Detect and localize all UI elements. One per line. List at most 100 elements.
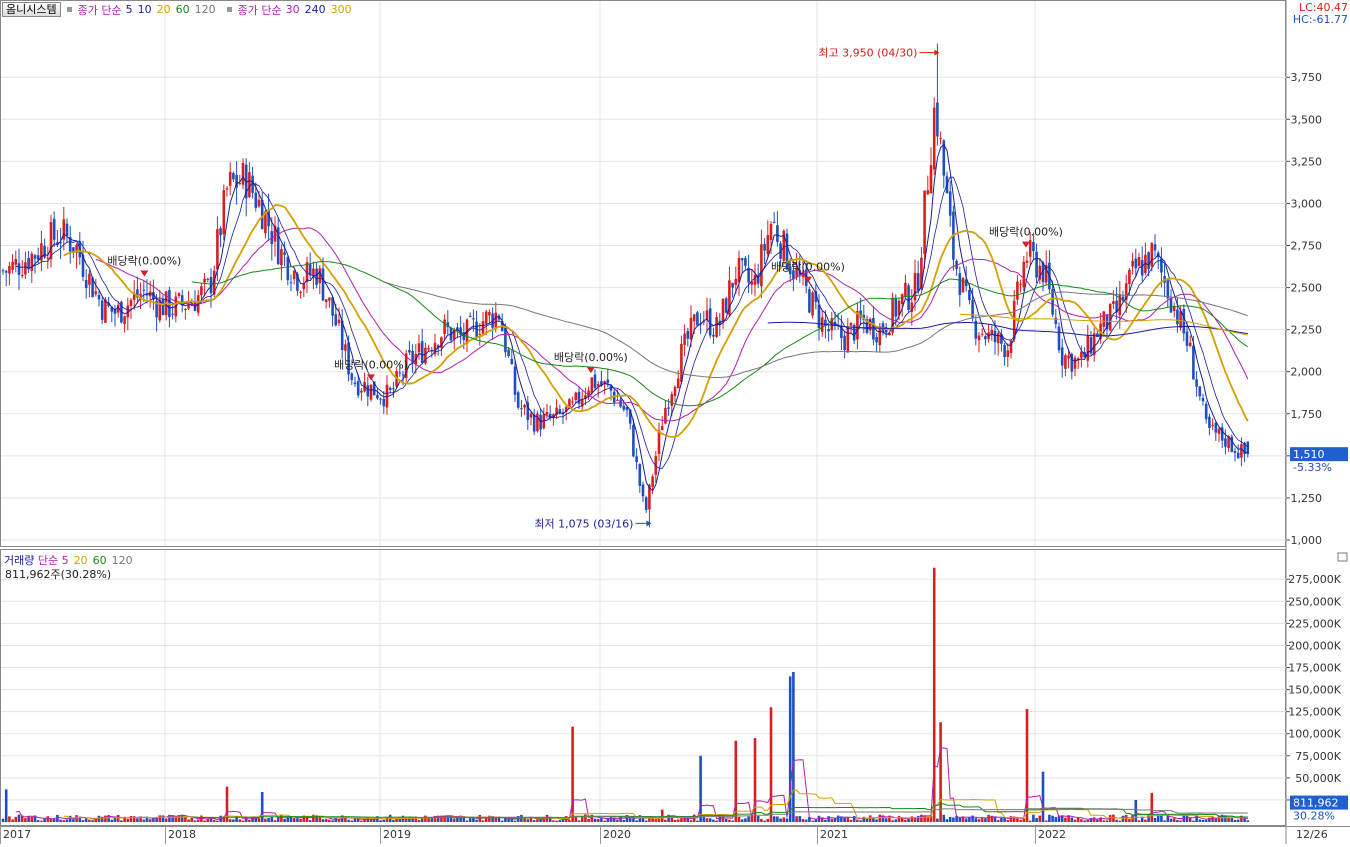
candle-body bbox=[123, 316, 126, 325]
volume-bar bbox=[920, 814, 923, 822]
candle-body bbox=[769, 223, 773, 240]
volume-bar bbox=[836, 815, 840, 822]
dividend-marker-label: 배당락(0.00%) bbox=[107, 254, 181, 267]
candle-body bbox=[577, 391, 581, 404]
price-tick-label: 3,750 bbox=[1291, 71, 1323, 84]
volume-bar bbox=[824, 819, 827, 822]
volume-bar bbox=[328, 819, 331, 822]
candle-body bbox=[712, 334, 715, 337]
candle-body bbox=[356, 381, 360, 396]
candle-body bbox=[715, 316, 718, 337]
candle-body bbox=[939, 138, 942, 140]
volume-bar bbox=[763, 820, 766, 822]
volume-bar bbox=[392, 819, 395, 822]
candle-body bbox=[353, 382, 357, 385]
dividend-marker-icon bbox=[1021, 241, 1030, 248]
legend-square-icon bbox=[226, 6, 232, 12]
volume-bar bbox=[273, 820, 277, 822]
current-volume-pct: 30.28% bbox=[1293, 810, 1335, 823]
candle-body bbox=[1169, 298, 1173, 313]
candle-body bbox=[753, 274, 757, 285]
volume-bar bbox=[88, 819, 91, 822]
year-label: 2020 bbox=[603, 828, 631, 841]
volume-bar bbox=[443, 815, 446, 822]
candle-body bbox=[545, 411, 549, 415]
candle-body bbox=[724, 298, 728, 313]
volume-bar bbox=[91, 820, 94, 822]
volume-bar bbox=[1070, 817, 1074, 822]
candle-body bbox=[996, 333, 1000, 344]
volume-bar bbox=[510, 819, 514, 822]
price-tick-label: 2,250 bbox=[1291, 324, 1323, 337]
candle-body bbox=[206, 278, 210, 280]
candle-body bbox=[504, 328, 507, 353]
volume-bar bbox=[465, 820, 469, 822]
volume-bar bbox=[36, 820, 40, 822]
candle-body bbox=[958, 273, 962, 295]
volume-bar bbox=[1016, 818, 1019, 822]
low-marker-label: 최저 1,075 (03/16) bbox=[534, 517, 633, 530]
volume-bar bbox=[238, 819, 242, 822]
volume-bar bbox=[248, 819, 251, 822]
candle-body bbox=[734, 278, 738, 285]
volume-bar bbox=[974, 818, 978, 822]
legend-square-icon bbox=[66, 6, 72, 12]
year-label: 2018 bbox=[168, 828, 196, 841]
candle-body bbox=[84, 279, 88, 289]
volume-bar bbox=[500, 820, 504, 822]
candle-body bbox=[846, 327, 850, 353]
candle-body bbox=[1240, 444, 1243, 458]
candle-body bbox=[427, 348, 430, 350]
volume-bar bbox=[1064, 817, 1067, 822]
volume-bar bbox=[561, 819, 565, 822]
volume-bar bbox=[654, 819, 658, 822]
volume-bar bbox=[164, 818, 168, 822]
volume-bar bbox=[555, 820, 558, 822]
price-tick-label: 1,250 bbox=[1291, 492, 1323, 505]
candle-body bbox=[993, 330, 997, 343]
volume-bar bbox=[952, 817, 955, 822]
year-label: 2021 bbox=[820, 828, 848, 841]
high-marker-label: 최고 3,950 (04/30) bbox=[818, 47, 917, 60]
candle-body bbox=[904, 282, 907, 298]
volume-bar bbox=[664, 819, 667, 822]
candle-body bbox=[1032, 241, 1035, 252]
volume-bar bbox=[587, 818, 590, 822]
volume-ma-60-line bbox=[191, 803, 1248, 819]
volume-bar bbox=[852, 816, 856, 822]
volume-bar bbox=[977, 819, 981, 822]
volume-bar bbox=[56, 814, 59, 822]
ma-period-240: 240 bbox=[304, 3, 326, 16]
volume-bar bbox=[795, 816, 798, 822]
volume-bar bbox=[299, 818, 302, 822]
volume-bar bbox=[532, 820, 536, 822]
candle-body bbox=[49, 221, 53, 260]
candle-body bbox=[516, 392, 520, 408]
volume-bar bbox=[46, 816, 50, 822]
candle-body bbox=[932, 107, 936, 170]
candle-body bbox=[1028, 240, 1032, 257]
volume-bar bbox=[369, 819, 373, 822]
volume-bar bbox=[321, 819, 325, 822]
volume-bar bbox=[1006, 820, 1010, 822]
volume-bar bbox=[833, 818, 837, 822]
volume-bar bbox=[1134, 799, 1138, 822]
volume-bar bbox=[161, 815, 165, 822]
candle-body bbox=[283, 252, 286, 255]
volume-bar bbox=[756, 815, 760, 822]
system-button[interactable]: 옴니시스템 bbox=[2, 2, 61, 17]
candle-body bbox=[315, 268, 318, 285]
hc-label: HC:-61.77 bbox=[1292, 13, 1348, 26]
candle-body bbox=[1230, 436, 1234, 452]
candle-body bbox=[408, 350, 411, 353]
candle-body bbox=[1208, 416, 1211, 428]
candle-body bbox=[20, 274, 24, 276]
price-tick-label: 2,500 bbox=[1291, 282, 1323, 295]
candle-body bbox=[238, 183, 242, 185]
candle-body bbox=[369, 384, 373, 400]
candle-body bbox=[683, 333, 686, 345]
volume-bar bbox=[984, 818, 987, 822]
candle-body bbox=[334, 314, 338, 326]
price-tick-label: 3,500 bbox=[1291, 113, 1323, 126]
candle-body bbox=[1092, 333, 1096, 356]
